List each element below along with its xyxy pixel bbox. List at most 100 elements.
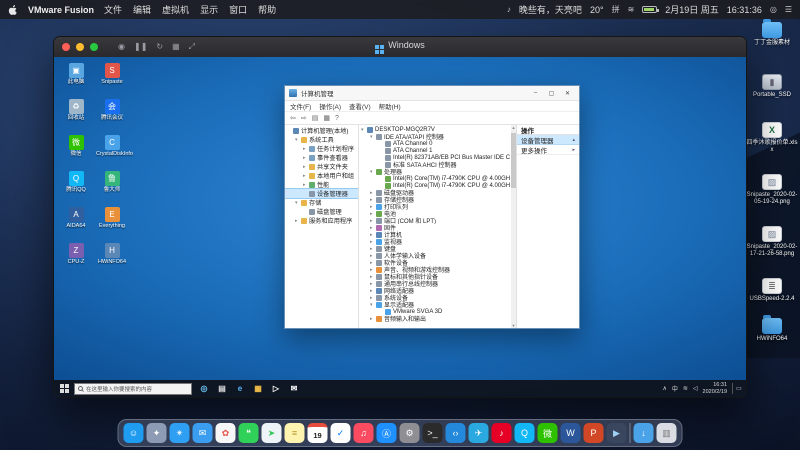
dock-item[interactable]: ✓ — [331, 423, 351, 443]
battery-icon[interactable] — [642, 6, 657, 13]
vm-toolbar-icon[interactable]: ❚❚ — [134, 42, 147, 52]
dock-item[interactable]: 微 — [538, 423, 558, 443]
device-tree-item[interactable]: ▾ 显示适配器 — [359, 301, 510, 308]
start-button[interactable] — [54, 380, 74, 397]
device-tree-item[interactable]: ▸ 鼠标和其他指针设备 — [359, 273, 510, 280]
device-tree-item[interactable]: ▸ 系统设备 — [359, 294, 510, 301]
macos-desktop-icon[interactable]: ▨ Snipaste_2020-02-17-21-26-58.png — [746, 226, 798, 258]
tray-chevron-icon[interactable]: ∧ — [662, 385, 666, 392]
console-tree-item[interactable]: 设备管理器 — [285, 189, 358, 198]
menubar-app-name[interactable]: VMware Fusion — [28, 5, 94, 15]
console-tree-item[interactable]: ▸ 共享文件夹 — [285, 162, 358, 171]
device-tree-item[interactable]: ▸ 端口 (COM 和 LPT) — [359, 217, 510, 224]
dock-item[interactable]: ✴ — [170, 423, 190, 443]
taskbar-clock[interactable]: 16:31 2020/2/19 — [703, 382, 727, 395]
dock-item[interactable]: ✦ — [147, 423, 167, 443]
cm-toolbar-button[interactable]: ⇦ — [290, 114, 296, 122]
device-tree-item[interactable]: ▸ 存储控制器 — [359, 196, 510, 203]
macos-desktop-icon[interactable]: ▮ Portable_SSD — [746, 74, 798, 99]
device-tree-item[interactable]: ▾ IDE ATA/ATAPI 控制器 — [359, 133, 510, 140]
music-note-icon[interactable]: ♪ — [507, 5, 511, 14]
cm-toolbar-button[interactable]: ⇨ — [301, 114, 307, 122]
apple-menu-icon[interactable] — [8, 4, 18, 15]
action-center-icon[interactable]: ▭ — [732, 383, 742, 394]
scrollbar[interactable]: ▲ ▼ — [511, 125, 516, 328]
scroll-up-arrow[interactable]: ▲ — [511, 125, 516, 130]
menubar-menu[interactable]: 窗口 — [229, 3, 247, 16]
scrollbar-thumb[interactable] — [511, 133, 516, 188]
minimize-button[interactable]: – — [528, 87, 543, 99]
minimize-traffic-light[interactable] — [76, 43, 84, 51]
actions-device-manager[interactable]: 设备管理器 ▴ — [517, 135, 579, 145]
dock-item[interactable]: ⚙ — [400, 423, 420, 443]
device-tree-item[interactable]: ▸ 通用串行总线控制器 — [359, 280, 510, 287]
actions-more[interactable]: 更多操作 ▸ — [517, 145, 579, 155]
windows-desktop-icon[interactable]: 微 微信 — [60, 135, 92, 169]
expand-caret-icon[interactable]: ▸ — [572, 147, 575, 153]
device-tree-item[interactable]: Intel(R) 82371AB/EB PCI Bus Master IDE C… — [359, 154, 510, 161]
dock-item[interactable]: ‹› — [446, 423, 466, 443]
dock-item[interactable]: ≡ — [285, 423, 305, 443]
cm-menu-item[interactable]: 查看(V) — [349, 101, 371, 111]
taskbar-app-icon[interactable]: e — [232, 381, 248, 396]
device-tree-item[interactable]: ▸ 电池 — [359, 210, 510, 217]
scroll-down-arrow[interactable]: ▼ — [511, 323, 516, 328]
close-button[interactable]: ✕ — [560, 87, 575, 99]
taskbar-search-box[interactable]: 在这里输入你要搜索的内容 — [74, 383, 192, 395]
device-tree-item[interactable]: ▸ 固件 — [359, 224, 510, 231]
device-tree-item[interactable]: Intel(R) Core(TM) i7-4790K CPU @ 4.00GHz — [359, 182, 510, 189]
dock-item[interactable]: >_ — [423, 423, 443, 443]
vm-toolbar-icon[interactable]: ↻ — [156, 42, 163, 52]
device-tree-item[interactable]: ▸ 网络适配器 — [359, 287, 510, 294]
cm-toolbar-button[interactable]: ▦ — [323, 114, 330, 122]
windows-desktop-icon[interactable]: ▣ 此电脑 — [60, 63, 92, 97]
menubar-menu[interactable]: 显示 — [200, 3, 218, 16]
vm-toolbar-icon[interactable]: ◉ — [118, 42, 125, 52]
console-tree-item[interactable]: ▸ 性能 — [285, 180, 358, 189]
fullscreen-traffic-light[interactable] — [90, 43, 98, 51]
console-tree-item[interactable]: ▸ 本地用户和组 — [285, 171, 358, 180]
windows-desktop-icon[interactable]: ♻ 回收站 — [60, 99, 92, 133]
maximize-button[interactable]: ▢ — [544, 87, 559, 99]
taskbar-app-icon[interactable]: ✉ — [286, 381, 302, 396]
vm-toolbar-icon[interactable]: ▦ — [172, 42, 180, 52]
windows-desktop-icon[interactable]: Q 腾讯QQ — [60, 171, 92, 205]
dock-item[interactable]: P — [584, 423, 604, 443]
dock-item[interactable]: ✉ — [193, 423, 213, 443]
windows-desktop-icon[interactable]: 会 腾讯会议 — [96, 99, 128, 133]
macos-desktop-icon[interactable]: 丁丁金服素材 — [746, 22, 798, 47]
device-tree-item[interactable]: ▾ 处理器 — [359, 168, 510, 175]
dock-item[interactable]: W — [561, 423, 581, 443]
windows-desktop-icon[interactable]: C CrystalDiskInfo — [96, 135, 128, 169]
cm-titlebar[interactable]: 计算机管理 – ▢ ✕ — [285, 86, 579, 101]
dock-item[interactable]: ✈ — [469, 423, 489, 443]
vm-toolbar-icon[interactable]: ⤢ — [189, 42, 195, 52]
dock-item[interactable]: ❝ — [239, 423, 259, 443]
menubar-menu[interactable]: 文件 — [104, 3, 122, 16]
dock-item[interactable]: ♪ — [492, 423, 512, 443]
cm-menu-item[interactable]: 帮助(H) — [379, 101, 401, 111]
console-tree-item[interactable]: ▸ 服务和应用程序 — [285, 216, 358, 225]
menubar-menu[interactable]: 虚拟机 — [162, 3, 189, 16]
cm-toolbar-button[interactable]: ▤ — [312, 114, 319, 122]
dock-item[interactable]: ↓ — [634, 423, 654, 443]
input-method-icon[interactable]: 拼 — [612, 4, 620, 15]
windows-desktop-icon[interactable]: E Everything — [96, 207, 128, 241]
wifi-icon[interactable]: ≋ — [628, 5, 635, 14]
taskbar-app-icon[interactable]: ▤ — [214, 381, 230, 396]
siri-icon[interactable]: ◎ — [770, 5, 777, 14]
device-tree-item[interactable]: ▸ 磁盘驱动器 — [359, 189, 510, 196]
device-tree-item[interactable]: ▸ 软件设备 — [359, 259, 510, 266]
console-tree-item[interactable]: ▸ 任务计划程序 — [285, 144, 358, 153]
dock-item[interactable]: ▶ — [607, 423, 627, 443]
macos-desktop-icon[interactable]: HWiNFO64 — [746, 318, 798, 343]
notification-center-icon[interactable]: ☰ — [785, 5, 792, 14]
device-tree-item[interactable]: ▸ 声音、视频和游戏控制器 — [359, 266, 510, 273]
device-tree-item[interactable]: ▸ 计算机 — [359, 231, 510, 238]
dock-item[interactable]: Ⓐ — [377, 423, 397, 443]
windows-desktop-icon[interactable]: A AIDA64 — [60, 207, 92, 241]
device-tree-item[interactable]: ▸ 键盘 — [359, 245, 510, 252]
dock-item[interactable]: ➤ — [262, 423, 282, 443]
console-tree-item[interactable]: ▾ 存储 — [285, 198, 358, 207]
cm-menu-item[interactable]: 操作(A) — [319, 101, 341, 111]
